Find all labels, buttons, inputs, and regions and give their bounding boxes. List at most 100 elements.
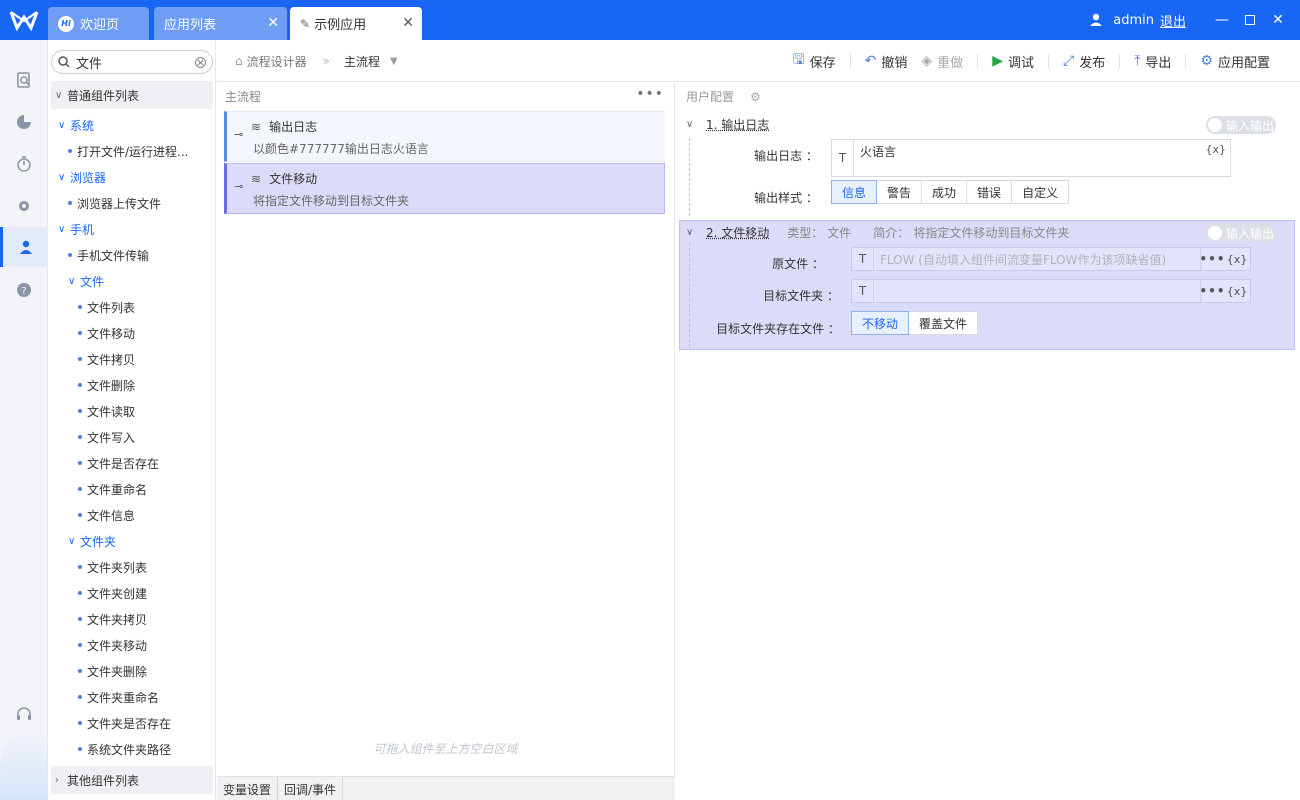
bottom-tabs: 变量设置 回调/事件 <box>217 776 675 800</box>
tree-category[interactable]: ∨ 文件 <box>68 268 104 294</box>
designer-toolbar: ⌂ 流程设计器 » 主流程 ▼ 🖫 保存 ↶ 撤销 ◈ 重做 ▶ 调试 ⤢ 发布 ⤒ 导出 … <box>217 40 1300 82</box>
style-warning[interactable]: 警告 <box>877 180 923 204</box>
tab-app-list[interactable]: 应用列表 ✕ <box>154 7 287 40</box>
option-overwrite[interactable]: 覆盖文件 <box>909 311 979 335</box>
tree-item[interactable]: 文件移动 <box>78 320 135 346</box>
group-other-components[interactable]: › 其他组件列表 <box>51 766 213 794</box>
close-window-icon[interactable]: ✕ <box>1264 0 1292 40</box>
breadcrumb-root[interactable]: 流程设计器 <box>247 53 307 70</box>
variable-icon[interactable]: {x} <box>1224 285 1250 298</box>
tree-item[interactable]: 文件夹创建 <box>78 580 147 606</box>
io-toggle[interactable]: 输入输出 <box>1206 116 1276 134</box>
tab-welcome[interactable]: Hi 欢迎页 <box>48 7 149 40</box>
tree-item[interactable]: 文件夹移动 <box>78 632 147 658</box>
home-icon[interactable]: ⌂ <box>235 54 243 68</box>
output-log-field[interactable]: T 火语言 {x} <box>831 139 1231 177</box>
search-doc-icon[interactable] <box>0 60 48 100</box>
help-icon[interactable]: ? <box>0 270 48 310</box>
redo-button[interactable]: ◈ 重做 <box>921 52 963 71</box>
style-error[interactable]: 错误 <box>967 180 1013 204</box>
breadcrumb-separator: » <box>322 54 330 68</box>
io-toggle[interactable]: 输入输出 <box>1206 224 1276 242</box>
section-file-move-header[interactable]: ∨ 2. 文件移动 类型： 文件 简介： 将指定文件移动到目标文件夹 <box>686 224 1069 241</box>
debug-button[interactable]: ▶ 调试 <box>992 52 1034 71</box>
target-folder-field[interactable]: T ••• {x} <box>851 279 1251 303</box>
breadcrumb: ⌂ 流程设计器 » 主流程 ▼ <box>235 40 398 82</box>
flow-node-file-move[interactable]: ⊸ ≋ 文件移动 将指定文件移动到目标文件夹 <box>224 163 665 214</box>
save-button[interactable]: 🖫 保存 <box>793 49 836 73</box>
tree-item[interactable]: 文件信息 <box>78 502 135 528</box>
variable-icon[interactable]: {x} <box>1224 253 1250 266</box>
timer-icon[interactable] <box>0 144 48 184</box>
source-file-field[interactable]: T FLOW (自动填入组件间流变量FLOW作为该项缺省值) ••• {x} <box>851 247 1251 271</box>
tree-item[interactable]: 文件拷贝 <box>78 346 135 372</box>
close-icon[interactable]: ✕ <box>402 15 414 31</box>
tree-item[interactable]: 文件写入 <box>78 424 135 450</box>
user-menu[interactable]: admin 退出 <box>1089 11 1186 30</box>
logout-link[interactable]: 退出 <box>1160 11 1186 30</box>
style-info[interactable]: 信息 <box>831 180 878 204</box>
more-icon[interactable]: ••• <box>1200 280 1225 302</box>
bullet-icon <box>78 357 82 361</box>
clear-icon[interactable]: × <box>195 56 206 68</box>
tree-item[interactable]: 手机文件传输 <box>68 242 149 268</box>
intro-label: 简介： <box>873 226 910 240</box>
chevron-down-icon: ∨ <box>58 119 66 131</box>
tree-item[interactable]: 文件夹重命名 <box>78 684 159 710</box>
pie-chart-icon[interactable] <box>0 102 48 142</box>
undo-button[interactable]: ↶ 撤销 <box>865 52 908 71</box>
style-custom[interactable]: 自定义 <box>1012 180 1070 204</box>
app-config-button[interactable]: ⚙ 应用配置 <box>1200 52 1270 71</box>
tab-variables[interactable]: 变量设置 <box>217 777 279 800</box>
option-no-move[interactable]: 不移动 <box>851 311 910 335</box>
tree-item[interactable]: 浏览器上传文件 <box>68 190 161 216</box>
tree-item[interactable]: 系统文件夹路径 <box>78 736 171 762</box>
group-common-components[interactable]: ∨ 普通组件列表 <box>51 81 213 109</box>
pin-icon[interactable]: ⊸ <box>234 180 243 193</box>
tab-example-app[interactable]: ✎ 示例应用 ✕ <box>290 7 422 40</box>
search-input[interactable]: 文件 × <box>51 50 213 74</box>
tree-item[interactable]: 文件夹是否存在 <box>78 710 171 736</box>
pin-icon[interactable]: ⊸ <box>234 128 243 141</box>
minimize-icon[interactable]: — <box>1208 0 1236 40</box>
tree-item[interactable]: 打开文件/运行进程... <box>68 138 189 164</box>
more-icon[interactable]: ••• <box>636 86 664 102</box>
source-file-placeholder: FLOW (自动填入组件间流变量FLOW作为该项缺省值) <box>880 252 1167 267</box>
publish-button[interactable]: ⤢ 发布 <box>1063 52 1105 71</box>
tree-item[interactable]: 文件夹列表 <box>78 554 147 580</box>
tree-category[interactable]: ∨ 手机 <box>58 216 94 242</box>
gear-icon[interactable] <box>0 186 48 226</box>
tree-item-label: 文件是否存在 <box>87 456 160 471</box>
search-icon <box>58 56 70 68</box>
headset-icon[interactable] <box>0 694 48 734</box>
tree-item[interactable]: 文件夹拷贝 <box>78 606 147 632</box>
more-icon[interactable]: ••• <box>1200 248 1225 270</box>
tree-category[interactable]: ∨ 文件夹 <box>68 528 116 554</box>
tree-item[interactable]: 文件读取 <box>78 398 135 424</box>
tree-item-label: 打开文件/运行进程... <box>77 144 189 159</box>
close-icon[interactable]: ✕ <box>267 15 279 31</box>
tree-item-label: 文件读取 <box>87 404 136 419</box>
tree-category[interactable]: ∨ 系统 <box>58 112 94 138</box>
section-output-log-header[interactable]: ∨ 1. 输出日志 <box>686 116 769 133</box>
tab-callbacks[interactable]: 回调/事件 <box>278 777 344 800</box>
tree-item[interactable]: 文件是否存在 <box>78 450 159 476</box>
caret-down-icon[interactable]: ▼ <box>390 56 398 67</box>
tree-item[interactable]: 文件重命名 <box>78 476 147 502</box>
gear-icon[interactable]: ⚙ <box>750 90 761 104</box>
tree-category[interactable]: ∨ 浏览器 <box>58 164 106 190</box>
export-button[interactable]: ⤒ 导出 <box>1134 52 1171 71</box>
user-icon[interactable] <box>0 227 48 267</box>
layers-icon: ≋ <box>251 171 262 186</box>
tree-item-label: 文件 <box>80 274 105 289</box>
tree-item[interactable]: 文件列表 <box>78 294 135 320</box>
breadcrumb-current[interactable]: 主流程 <box>344 53 380 70</box>
node-name: 输出日志 <box>269 120 318 134</box>
tree-item[interactable]: 文件删除 <box>78 372 135 398</box>
variable-icon[interactable]: {x} <box>1205 140 1230 156</box>
maximize-icon[interactable] <box>1236 0 1264 40</box>
hi-icon: Hi <box>58 15 74 32</box>
tree-item[interactable]: 文件夹删除 <box>78 658 147 684</box>
flow-node-output-log[interactable]: ⊸ ≋ 输出日志 以颜色#777777输出日志火语言 <box>224 111 665 162</box>
style-success[interactable]: 成功 <box>922 180 968 204</box>
